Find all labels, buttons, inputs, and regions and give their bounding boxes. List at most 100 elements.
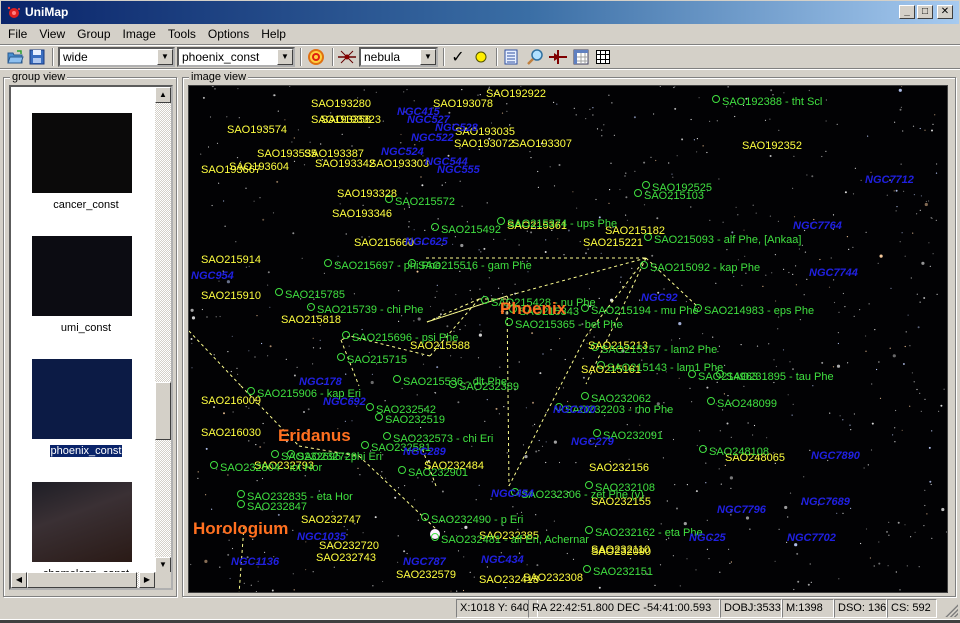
ngc-object-label[interactable]: NGC7712 xyxy=(865,174,914,186)
view-mode-select[interactable]: wide ▼ xyxy=(58,47,175,67)
menu-file[interactable]: File xyxy=(2,24,33,44)
menu-group[interactable]: Group xyxy=(71,24,116,44)
sao-star-label[interactable]: SAO232743 xyxy=(316,552,376,564)
ngc-object-label[interactable]: NGC524 xyxy=(381,146,424,158)
ngc-object-label[interactable]: NGC954 xyxy=(191,270,234,282)
catalog-star-label[interactable]: SAO248099 xyxy=(717,398,777,410)
resize-grip-icon[interactable] xyxy=(944,603,958,617)
catalog-star-label[interactable]: SAO231895 - tau Phe xyxy=(726,371,834,383)
catalog-star-label[interactable]: SAO248108 xyxy=(709,446,769,458)
chevron-down-icon[interactable]: ▼ xyxy=(157,49,173,65)
sao-star-label[interactable]: SAO193072 xyxy=(454,138,514,150)
chevron-down-icon[interactable]: ▼ xyxy=(277,49,293,65)
scroll-left-button[interactable]: ◀ xyxy=(11,572,27,588)
catalog-star-label[interactable]: SAO215092 - kap Phe xyxy=(650,262,760,274)
menu-view[interactable]: View xyxy=(33,24,71,44)
catalog-star-label[interactable]: SAO215785 xyxy=(285,289,345,301)
catalog-star-label[interactable]: SAO215194 - mu Phe xyxy=(591,305,699,317)
menu-image[interactable]: Image xyxy=(117,24,162,44)
sao-star-label[interactable]: SAO193303 xyxy=(369,158,429,170)
scrollbar-thumb[interactable] xyxy=(155,382,171,440)
close-button[interactable]: ✕ xyxy=(937,5,953,19)
scrollbar-thumb[interactable] xyxy=(27,572,137,588)
ngc-object-label[interactable]: NGC289 xyxy=(403,446,446,458)
sao-star-label[interactable]: SAO232156 xyxy=(589,462,649,474)
chevron-down-icon[interactable]: ▼ xyxy=(420,49,436,65)
sao-star-label[interactable]: SAO216009 xyxy=(201,395,261,407)
ngc-object-label[interactable]: NGC555 xyxy=(437,164,480,176)
scroll-down-button[interactable]: ▼ xyxy=(155,557,171,573)
minimize-button[interactable]: _ xyxy=(899,5,915,19)
ngc-object-label[interactable]: NGC7689 xyxy=(801,496,850,508)
catalog-star-label[interactable]: SAO215739 - chi Phe xyxy=(317,304,423,316)
catalog-star-label[interactable]: SAO232151 xyxy=(593,566,653,578)
sao-star-label[interactable]: SAO193667 xyxy=(201,164,261,176)
ngc-object-label[interactable]: NGC787 xyxy=(403,556,446,568)
catalog-star-label[interactable]: SAO232062 xyxy=(591,393,651,405)
target-button[interactable] xyxy=(306,46,326,68)
sao-star-label[interactable]: SAO215914 xyxy=(201,254,261,266)
ngc-object-label[interactable]: NGC692 xyxy=(323,396,366,408)
scroll-up-button[interactable]: ▲ xyxy=(155,87,171,103)
group-item-cancer-const[interactable]: cancer_const xyxy=(31,113,141,211)
image-select[interactable]: phoenix_const ▼ xyxy=(177,47,295,67)
open-button[interactable] xyxy=(6,46,26,68)
sao-star-label[interactable]: SAO193358 xyxy=(311,114,371,126)
catalog-star-label[interactable]: SAO215157 - lam2 Phe xyxy=(601,344,717,356)
save-button[interactable] xyxy=(28,46,46,68)
vertical-scrollbar[interactable]: ▲ ▼ xyxy=(155,87,171,573)
catalog-star-label[interactable]: SAO215715 xyxy=(347,354,407,366)
catalog-star-label[interactable]: SAO232847 xyxy=(247,501,307,513)
ngc-object-label[interactable]: NGC454 xyxy=(491,488,534,500)
sao-star-label[interactable]: SAO193574 xyxy=(227,124,287,136)
sao-star-label[interactable]: SAO193342 xyxy=(315,158,375,170)
table-button[interactable] xyxy=(572,46,590,68)
catalog-star-label[interactable]: SAO192388 - tht Scl xyxy=(722,96,822,108)
catalog-star-label[interactable]: SAO232481 - alf Eri, Achernar xyxy=(441,534,589,546)
ngc-object-label[interactable]: NGC7796 xyxy=(717,504,766,516)
ngc-object-label[interactable]: NGC7764 xyxy=(793,220,842,232)
catalog-star-label[interactable]: SAO232804 - iot Hor xyxy=(220,462,322,474)
sao-star-label[interactable]: SAO232090 xyxy=(591,546,651,558)
catalog-star-label[interactable]: SAO215103 xyxy=(644,190,704,202)
ngc-object-label[interactable]: NGC7890 xyxy=(811,450,860,462)
group-item-phoenix-const[interactable]: phoenix_const xyxy=(31,359,141,458)
sao-star-label[interactable]: SAO193280 xyxy=(311,98,371,110)
catalog-star-label[interactable]: SAO232901 xyxy=(408,467,468,479)
group-item-chameleon-const[interactable]: chameleon_const xyxy=(31,482,141,580)
grid-button[interactable] xyxy=(594,46,612,68)
circle-button[interactable] xyxy=(472,46,490,68)
list-button[interactable] xyxy=(502,46,520,68)
confirm-button[interactable]: ✓ xyxy=(448,46,468,68)
sao-star-label[interactable]: SAO232747 xyxy=(301,514,361,526)
catalog-star-label[interactable]: SAO214983 - eps Phe xyxy=(704,305,814,317)
sao-star-label[interactable]: SAO193346 xyxy=(332,208,392,220)
scroll-right-button[interactable]: ▶ xyxy=(139,572,155,588)
search-button[interactable] xyxy=(525,46,545,68)
sao-star-label[interactable]: SAO193078 xyxy=(433,98,493,110)
catalog-star-label[interactable]: SAO232490 - p Eri xyxy=(431,514,523,526)
align-button[interactable] xyxy=(548,46,568,68)
ngc-object-label[interactable]: NGC1035 xyxy=(297,531,346,543)
ngc-object-label[interactable]: NGC279 xyxy=(571,436,614,448)
sao-star-label[interactable]: SAO193307 xyxy=(512,138,572,150)
catalog-star-label[interactable]: SAO232162 - eta Phe xyxy=(595,527,703,539)
ngc-object-label[interactable]: NGC1136 xyxy=(231,556,279,568)
catalog-star-label[interactable]: SAO215093 - alf Phe, [Ankaa] xyxy=(654,234,801,246)
sao-star-label[interactable]: SAO232418 xyxy=(479,574,539,586)
ngc-object-label[interactable]: NGC92 xyxy=(641,292,678,304)
sao-star-label[interactable]: SAO215910 xyxy=(201,290,261,302)
catalog-star-label[interactable]: SAO215365 - bet Phe xyxy=(515,319,623,331)
sao-star-label[interactable]: SAO232579 xyxy=(396,569,456,581)
catalog-star-label[interactable]: SAO215572 xyxy=(395,196,455,208)
catalog-star-label[interactable]: SAO232389 xyxy=(459,381,519,393)
horizontal-scrollbar[interactable]: ◀ ▶ xyxy=(11,572,155,588)
ngc-object-label[interactable]: NGC434 xyxy=(481,554,524,566)
ngc-object-label[interactable]: NGC25 xyxy=(689,532,726,544)
catalog-star-label[interactable]: SAO232306 - zet Phe (v) xyxy=(521,489,644,501)
catalog-star-label[interactable]: SAO215696 - psi Phe xyxy=(352,332,458,344)
catalog-star-label[interactable]: SAO232519 xyxy=(385,414,445,426)
ngc-object-label[interactable]: NGC625 xyxy=(405,236,448,248)
sao-star-label[interactable]: SAO192352 xyxy=(742,140,802,152)
sao-star-label[interactable]: SAO215221 xyxy=(583,237,643,249)
